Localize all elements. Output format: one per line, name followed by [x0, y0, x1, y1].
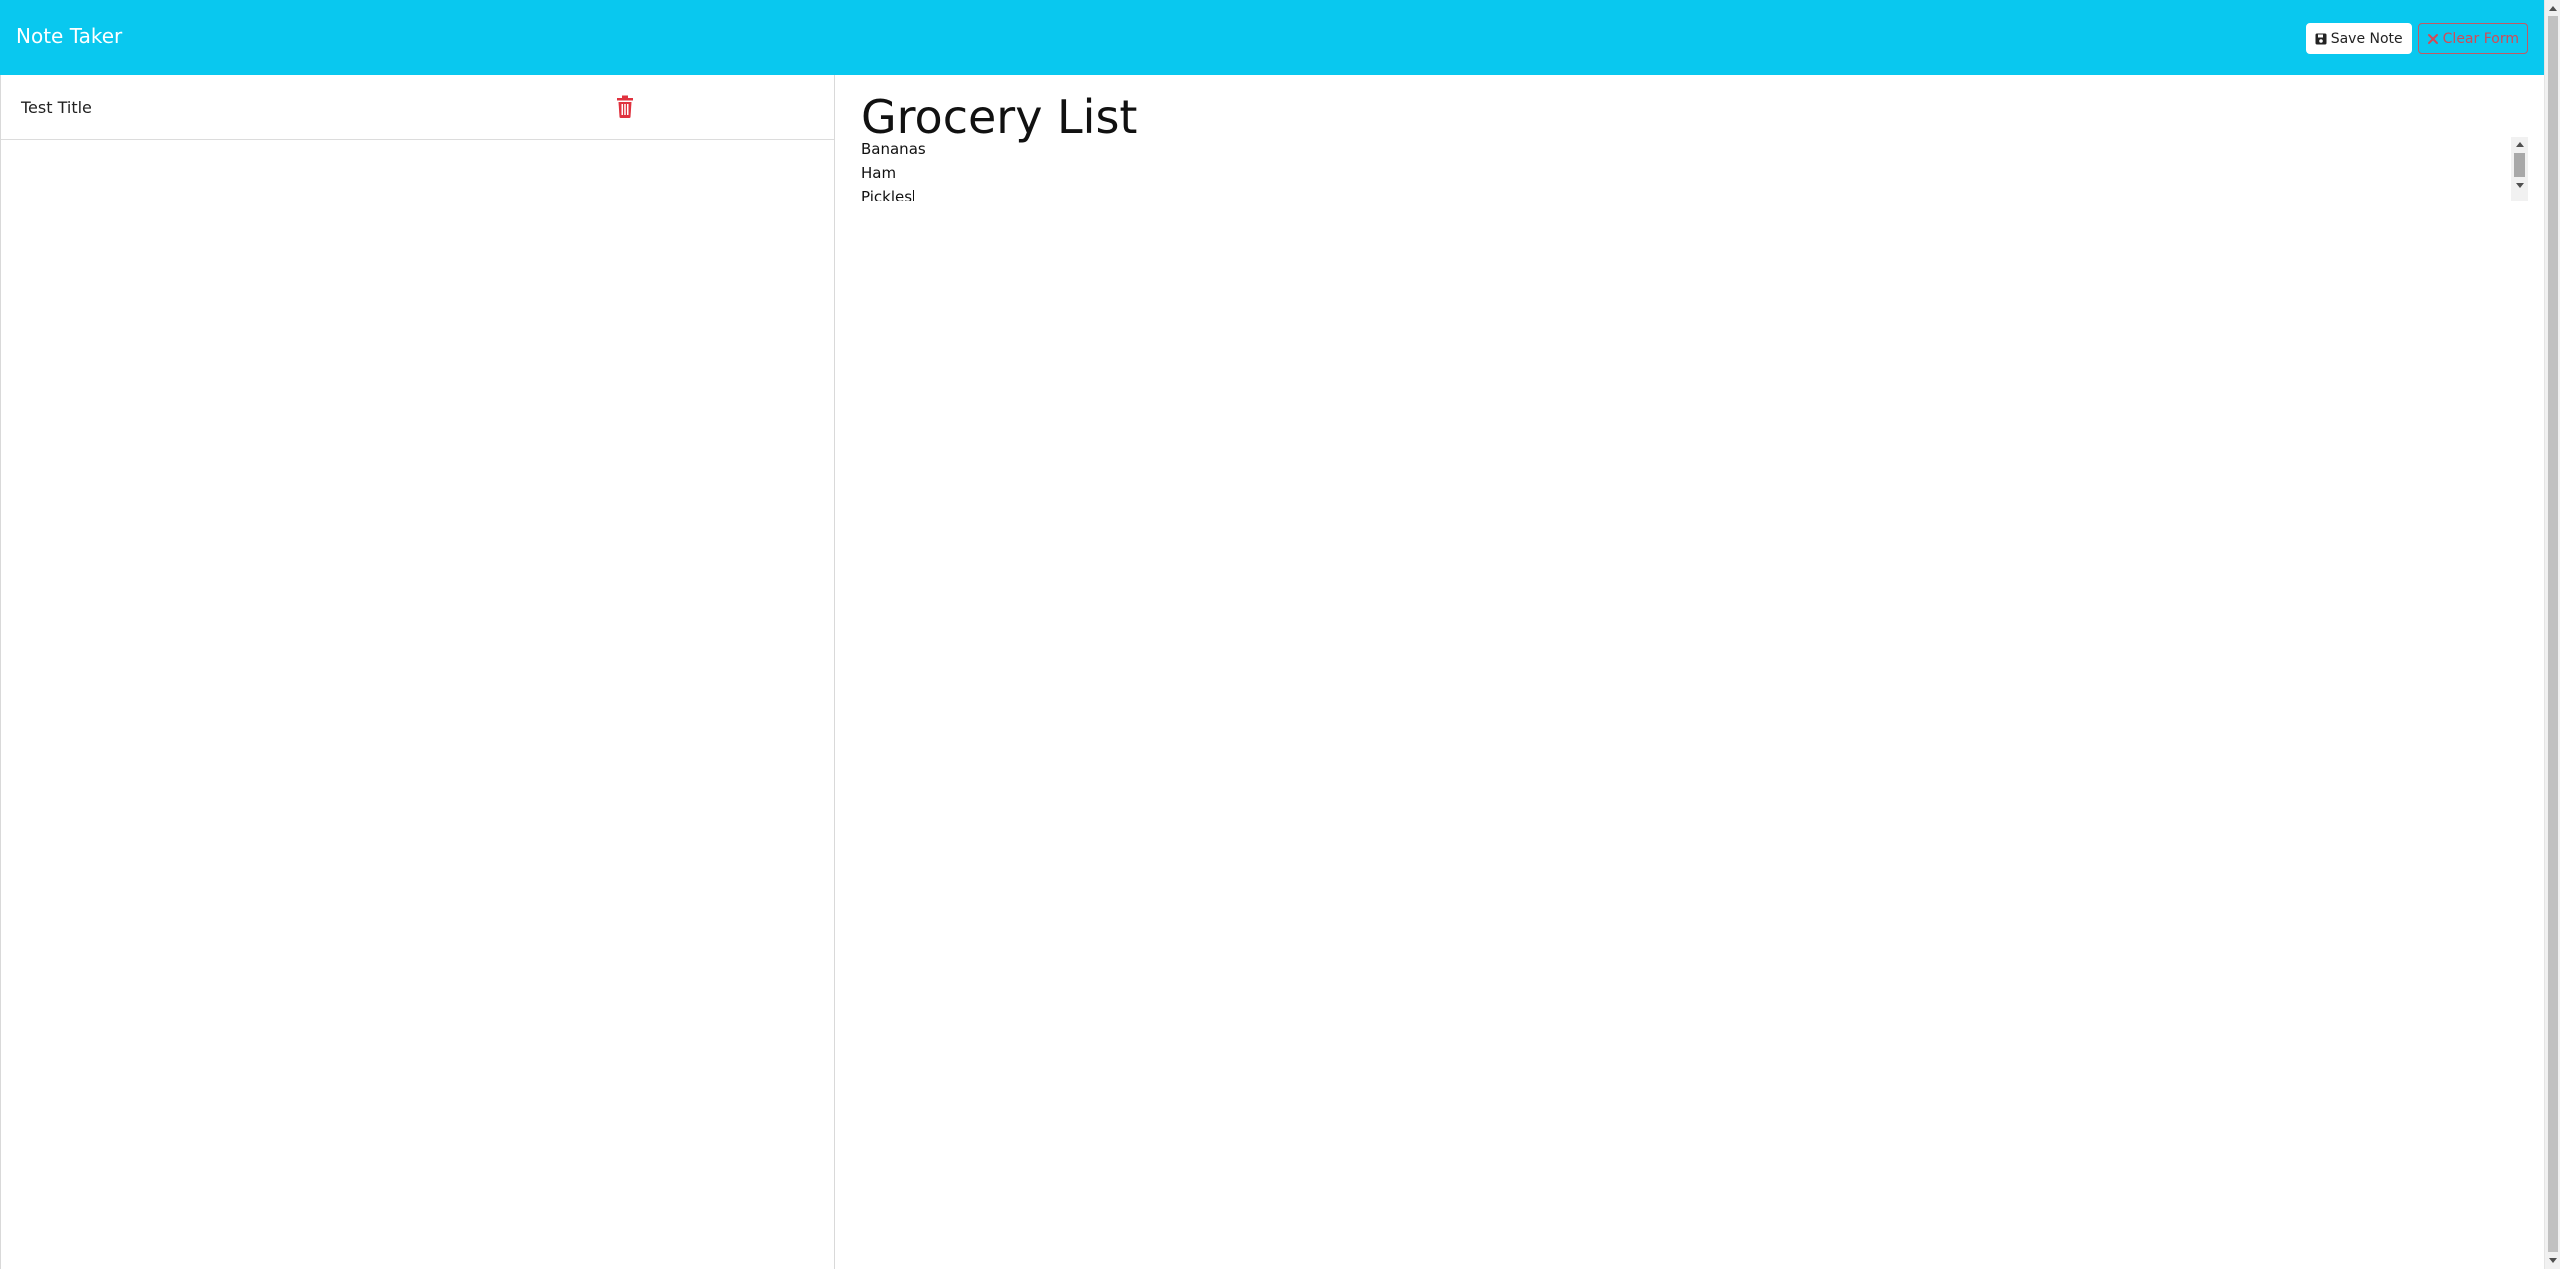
text-caret — [913, 189, 915, 201]
floppy-disk-icon — [2315, 33, 2327, 44]
save-note-label: Save Note — [2330, 30, 2403, 47]
note-editor: Bananas Ham Pickles — [836, 75, 2544, 1269]
note-list: Test Title — [0, 75, 835, 1269]
note-body-textarea[interactable]: Bananas Ham Pickles — [861, 137, 2521, 201]
note-list-item[interactable]: Test Title — [1, 75, 834, 140]
note-list-item-title: Test Title — [21, 97, 92, 117]
clear-form-label: Clear Form — [2442, 30, 2519, 47]
trash-icon[interactable] — [615, 95, 635, 119]
textarea-scrollbar[interactable] — [2511, 137, 2528, 201]
scroll-down-icon[interactable] — [2511, 179, 2528, 193]
note-body-line-text: Pickles — [861, 188, 913, 201]
note-body-line: Ham — [861, 164, 897, 182]
clear-form-button[interactable]: Clear Form — [2417, 23, 2528, 54]
note-body-line: Pickles — [861, 185, 2521, 201]
nav-actions: Save Note Clear Form — [2305, 23, 2528, 54]
navbar: Note Taker Save Note Clear Form — [0, 0, 2544, 75]
window-scrollbar[interactable] — [2544, 0, 2560, 1269]
window-scroll-up-icon[interactable] — [2545, 0, 2560, 16]
scroll-up-icon[interactable] — [2511, 137, 2528, 151]
note-taker-app: Note Taker Save Note Clear Form Test Tit… — [0, 0, 2560, 1269]
x-icon — [2427, 33, 2438, 44]
scroll-thumb[interactable] — [2514, 153, 2525, 177]
window-scroll-down-icon[interactable] — [2545, 1253, 2560, 1269]
window-scroll-thumb[interactable] — [2548, 16, 2558, 1252]
brand-title[interactable]: Note Taker — [16, 24, 122, 48]
save-note-button[interactable]: Save Note — [2305, 23, 2412, 54]
note-body-line: Bananas — [861, 140, 926, 158]
